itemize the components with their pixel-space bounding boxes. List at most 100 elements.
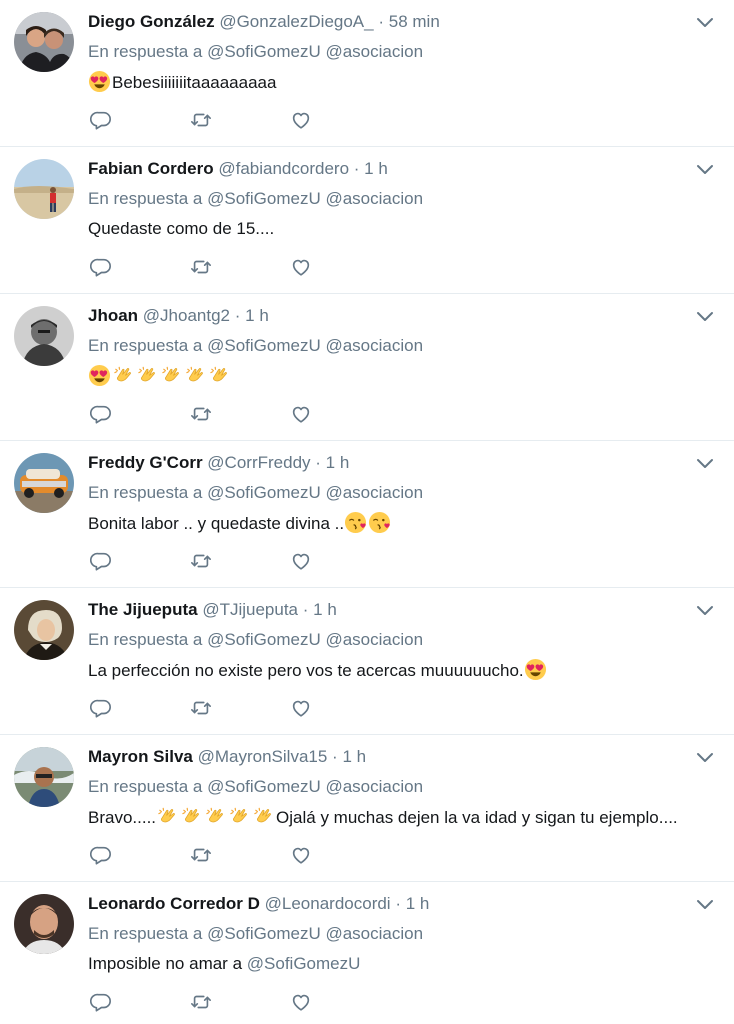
reply-prefix: En respuesta a — [88, 483, 203, 502]
reply-icon[interactable] — [90, 403, 114, 427]
reply-icon[interactable] — [90, 256, 114, 280]
chevron-down-icon[interactable] — [695, 15, 715, 31]
chevron-down-icon[interactable] — [695, 162, 715, 178]
face-blowing-kiss-emoji — [345, 511, 367, 534]
tweet[interactable]: Freddy G'Corr @CorrFreddy · 1 h En respue… — [0, 441, 734, 588]
retweet-icon[interactable] — [190, 550, 214, 574]
reply-context: En respuesta a @SofiGomezU @asociacion — [88, 629, 423, 651]
avatar[interactable] — [14, 159, 74, 219]
clapping-hands-emoji — [230, 807, 247, 823]
chevron-down-icon[interactable] — [695, 897, 715, 913]
tweet-header: Fabian Cordero @fabiandcordero · 1 h — [88, 158, 388, 180]
timestamp[interactable]: 1 h — [364, 159, 388, 178]
heart-eyes-emoji — [524, 658, 546, 681]
reply-icon[interactable] — [90, 109, 114, 133]
timestamp[interactable]: 1 h — [313, 600, 337, 619]
author-handle[interactable]: @TJijueputa — [202, 600, 298, 619]
retweet-icon[interactable] — [190, 403, 214, 427]
clapping-hands-emoji — [182, 807, 199, 823]
retweet-icon[interactable] — [190, 109, 214, 133]
tweet[interactable]: Diego González @GonzalezDiegoA_ · 58 min… — [0, 0, 734, 147]
like-icon[interactable] — [290, 403, 314, 427]
reply-prefix: En respuesta a — [88, 777, 203, 796]
separator-dot: · — [234, 306, 241, 325]
author-handle[interactable]: @Jhoantg2 — [143, 306, 230, 325]
reply-context: En respuesta a @SofiGomezU @asociacion — [88, 188, 423, 210]
separator-dot: · — [302, 600, 309, 619]
tweet-text: Bravo..... Ojalá y muchas dejen la va ida… — [88, 805, 678, 830]
tweet-header: Leonardo Corredor D @Leonardocordi · 1 h — [88, 893, 429, 915]
separator-dot: · — [378, 12, 385, 31]
reply-mentions[interactable]: @SofiGomezU @asociacion — [207, 483, 423, 502]
like-icon[interactable] — [290, 109, 314, 133]
timestamp[interactable]: 1 h — [326, 453, 350, 472]
tweet-text: Imposible no amar a @SofiGomezU — [88, 952, 360, 976]
like-icon[interactable] — [290, 991, 314, 1015]
tweet-text: La perfección no existe pero vos te acer… — [88, 658, 548, 683]
retweet-icon[interactable] — [190, 697, 214, 721]
reply-icon[interactable] — [90, 550, 114, 574]
timestamp[interactable]: 1 h — [245, 306, 269, 325]
tweet[interactable]: Leonardo Corredor D @Leonardocordi · 1 h… — [0, 882, 734, 1024]
tweet-text-body: Bonita labor .. y quedaste divina .. — [88, 514, 345, 533]
author-name[interactable]: Jhoan — [88, 306, 138, 325]
avatar[interactable] — [14, 306, 74, 366]
avatar[interactable] — [14, 12, 74, 72]
retweet-icon[interactable] — [190, 991, 214, 1015]
reply-context: En respuesta a @SofiGomezU @asociacion — [88, 482, 423, 504]
like-icon[interactable] — [290, 844, 314, 868]
reply-mentions[interactable]: @SofiGomezU @asociacion — [207, 630, 423, 649]
reply-icon[interactable] — [90, 991, 114, 1015]
heart-eyes-emoji — [88, 70, 111, 93]
like-icon[interactable] — [290, 550, 314, 574]
author-name[interactable]: Mayron Silva — [88, 747, 193, 766]
author-name[interactable]: The Jijueputa — [88, 600, 198, 619]
author-handle[interactable]: @MayronSilva15 — [198, 747, 328, 766]
avatar[interactable] — [14, 600, 74, 660]
reply-prefix: En respuesta a — [88, 189, 203, 208]
timestamp[interactable]: 58 min — [389, 12, 440, 31]
separator-dot: · — [332, 747, 338, 766]
reply-icon[interactable] — [90, 697, 114, 721]
tweet[interactable]: Mayron Silva @MayronSilva15 · 1 h En resp… — [0, 735, 734, 882]
retweet-icon[interactable] — [190, 256, 214, 280]
author-handle[interactable]: @CorrFreddy — [207, 453, 310, 472]
chevron-down-icon[interactable] — [695, 456, 715, 472]
timestamp[interactable]: 1 h — [342, 747, 366, 766]
author-name[interactable]: Fabian Cordero — [88, 159, 214, 178]
chevron-down-icon[interactable] — [695, 603, 715, 619]
reply-mentions[interactable]: @SofiGomezU @asociacion — [207, 777, 423, 796]
timestamp[interactable]: 1 h — [406, 894, 430, 913]
mention-link[interactable]: @SofiGomezU — [247, 954, 361, 973]
clapping-hands-emoji — [158, 807, 175, 823]
retweet-icon[interactable] — [190, 844, 214, 868]
chevron-down-icon[interactable] — [695, 750, 715, 766]
author-handle[interactable]: @GonzalezDiegoA_ — [219, 12, 373, 31]
tweet[interactable]: Fabian Cordero @fabiandcordero · 1 h En r… — [0, 147, 734, 294]
tweet-header: The Jijueputa @TJijueputa · 1 h — [88, 599, 337, 621]
reply-mentions[interactable]: @SofiGomezU @asociacion — [207, 336, 423, 355]
author-name[interactable]: Freddy G'Corr — [88, 453, 203, 472]
tweet-feed: Diego González @GonzalezDiegoA_ · 58 min… — [0, 0, 734, 1024]
reply-mentions[interactable]: @SofiGomezU @asociacion — [207, 924, 423, 943]
author-handle[interactable]: @Leonardocordi — [265, 894, 391, 913]
like-icon[interactable] — [290, 256, 314, 280]
author-name[interactable]: Leonardo Corredor D — [88, 894, 260, 913]
author-handle[interactable]: @fabiandcordero — [218, 159, 349, 178]
tweet[interactable]: The Jijueputa @TJijueputa · 1 h En respue… — [0, 588, 734, 735]
tweet-text: Bonita labor .. y quedaste divina .. — [88, 511, 392, 536]
reply-icon[interactable] — [90, 844, 114, 868]
reply-mentions[interactable]: @SofiGomezU @asociacion — [207, 42, 423, 61]
chevron-down-icon[interactable] — [695, 309, 715, 325]
clapping-hands-emoji — [206, 807, 223, 823]
separator-dot: · — [315, 453, 321, 472]
author-name[interactable]: Diego González — [88, 12, 215, 31]
avatar[interactable] — [14, 747, 74, 807]
tweet-header: Jhoan @Jhoantg2 · 1 h — [88, 305, 269, 327]
tweet[interactable]: Jhoan @Jhoantg2 · 1 h En respuesta a @Sof… — [0, 294, 734, 441]
avatar[interactable] — [14, 894, 74, 954]
reply-mentions[interactable]: @SofiGomezU @asociacion — [207, 189, 423, 208]
avatar[interactable] — [14, 453, 74, 513]
clapping-hands-emoji — [138, 366, 155, 382]
like-icon[interactable] — [290, 697, 314, 721]
